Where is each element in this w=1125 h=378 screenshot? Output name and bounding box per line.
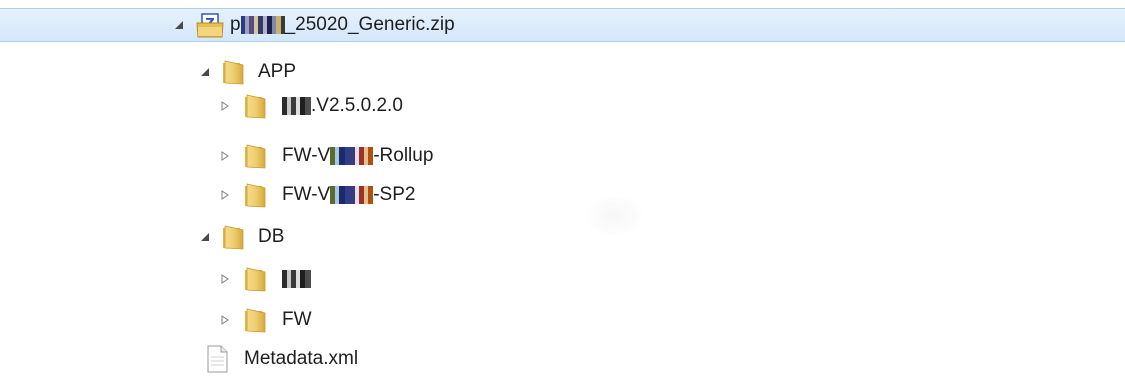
tree-row-metadata-file[interactable]: Metadata.xml bbox=[0, 342, 1125, 376]
expanded-arrow-icon[interactable] bbox=[198, 230, 212, 244]
folder-label: APP bbox=[258, 61, 297, 82]
redacted-text bbox=[330, 146, 374, 165]
collapsed-arrow-icon[interactable] bbox=[218, 99, 232, 113]
folder-label-prefix: FW-V bbox=[282, 184, 331, 205]
expanded-arrow-icon[interactable] bbox=[198, 65, 212, 79]
tree-row-app-child[interactable]: .V2.5.0.2.0 bbox=[0, 89, 1125, 123]
tree-row-db[interactable]: DB bbox=[0, 220, 1125, 254]
tree-row-app[interactable]: APP bbox=[0, 55, 1125, 89]
collapsed-arrow-icon[interactable] bbox=[218, 313, 232, 327]
tree-row-app-child[interactable]: FW-V -Rollup bbox=[0, 139, 1125, 173]
collapsed-arrow-icon[interactable] bbox=[218, 272, 232, 286]
folder-icon bbox=[223, 225, 244, 250]
redacted-text bbox=[330, 185, 374, 204]
file-label: Metadata.xml bbox=[244, 348, 359, 369]
folder-icon bbox=[245, 267, 266, 292]
folder-label: FW-V -Rollup bbox=[282, 139, 433, 173]
folder-icon bbox=[245, 183, 266, 208]
redacted-text bbox=[282, 269, 311, 288]
zip-file-name: p _25020_Generic.zip bbox=[230, 8, 455, 42]
folder-icon bbox=[245, 308, 266, 333]
folder-label-suffix: -Rollup bbox=[373, 145, 434, 166]
folder-label: FW-V -SP2 bbox=[282, 178, 415, 212]
document-icon bbox=[207, 345, 228, 373]
tree-row-app-child[interactable]: FW-V -SP2 bbox=[0, 178, 1125, 212]
folder-label-prefix: FW-V bbox=[282, 145, 331, 166]
collapsed-arrow-icon[interactable] bbox=[218, 188, 232, 202]
folder-label-suffix: -SP2 bbox=[373, 184, 416, 205]
folder-label: FW bbox=[282, 309, 312, 330]
redacted-text bbox=[282, 96, 311, 115]
redacted-text bbox=[240, 15, 285, 34]
tree-row-db-child[interactable]: FW bbox=[0, 303, 1125, 337]
folder-icon bbox=[245, 144, 266, 169]
folder-label: DB bbox=[258, 226, 285, 247]
zip-name-prefix: p bbox=[230, 14, 241, 35]
zip-name-suffix: _25020_Generic.zip bbox=[284, 14, 455, 35]
folder-label: .V2.5.0.2.0 bbox=[282, 89, 403, 123]
zip-archive-icon: Z bbox=[196, 13, 224, 38]
expanded-arrow-icon[interactable] bbox=[172, 18, 186, 32]
folder-label-suffix: .V2.5.0.2.0 bbox=[311, 95, 403, 116]
folder-icon bbox=[245, 94, 266, 119]
tree-row-db-child[interactable] bbox=[0, 262, 1125, 296]
folder-label bbox=[282, 262, 311, 296]
tree-row-root-zip[interactable]: Z p _25020_Generic.zip bbox=[0, 8, 1125, 42]
folder-icon bbox=[223, 60, 244, 85]
collapsed-arrow-icon[interactable] bbox=[218, 149, 232, 163]
